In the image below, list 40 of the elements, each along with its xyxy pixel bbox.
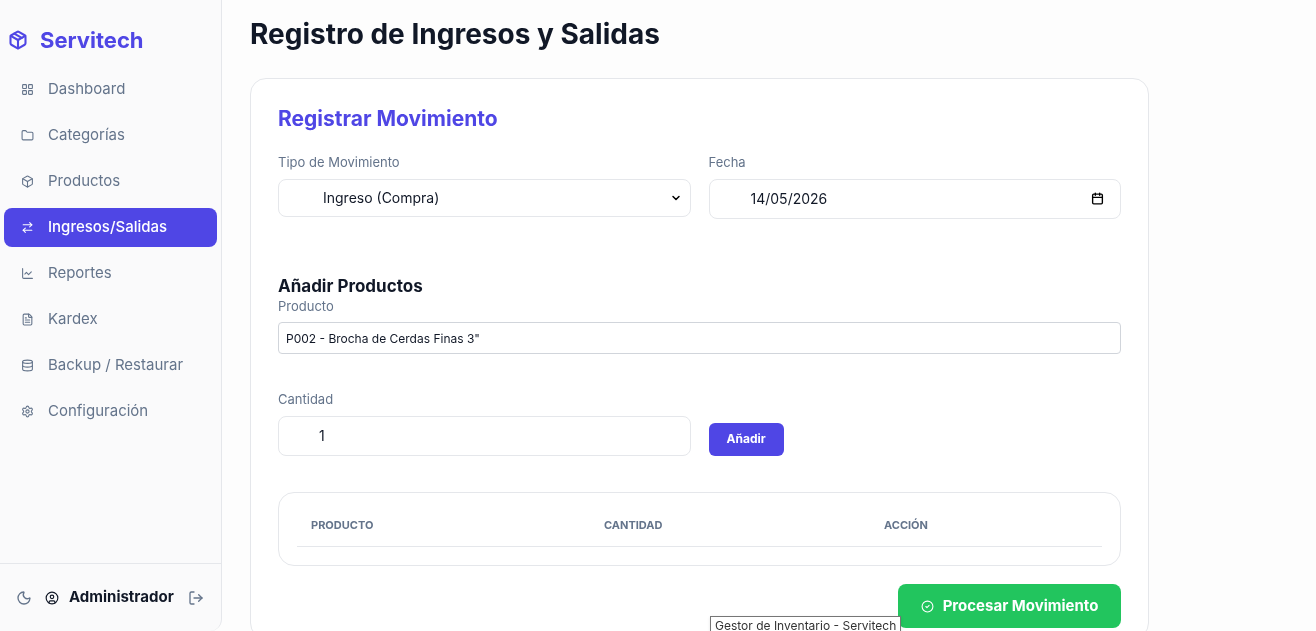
type-select[interactable]: Ingreso (Compra) xyxy=(278,178,691,217)
column-header: ACCIÓN xyxy=(884,516,929,533)
box-icon xyxy=(21,175,34,188)
section-title: Añadir Productos xyxy=(278,274,424,297)
field-label: Cantidad xyxy=(278,390,335,409)
column-header: PRODUCTO xyxy=(311,516,375,533)
field-label: Fecha xyxy=(708,153,747,172)
sidebar-item[interactable]: Categorías xyxy=(4,116,217,155)
sidebar-item[interactable]: Ingresos/Salidas xyxy=(4,208,217,247)
calendar-icon[interactable] xyxy=(1091,192,1104,205)
user-icon xyxy=(45,590,59,605)
check-circle-icon xyxy=(920,599,934,613)
date-field[interactable]: 14/05/2026 xyxy=(708,178,1121,219)
arrows-icon xyxy=(21,221,34,234)
package-icon xyxy=(8,30,28,50)
sidebar-item[interactable]: Configuración xyxy=(4,392,217,431)
settings-icon xyxy=(21,405,34,418)
sidebar-item[interactable]: Dashboard xyxy=(4,70,217,109)
quantity-field[interactable]: 1 xyxy=(278,415,691,456)
folder-icon xyxy=(21,129,34,142)
sidebar-item[interactable]: Backup / Restaurar xyxy=(4,346,217,385)
sidebar-item[interactable]: Reportes xyxy=(4,254,217,293)
page-title: Registro de Ingresos y Salidas xyxy=(250,16,661,52)
form-title: Registrar Movimiento xyxy=(278,105,499,133)
user-name: Administrador xyxy=(69,586,174,609)
sidebar-item[interactable]: Kardex xyxy=(4,300,217,339)
field-label: Producto xyxy=(278,296,335,316)
sidebar-item[interactable]: Productos xyxy=(4,162,217,201)
tooltip: Gestor de Inventario - Servitech xyxy=(710,616,902,631)
product-field[interactable]: P002 - Brocha de Cerdas Finas 3" xyxy=(278,322,1121,354)
add-button[interactable]: Añadir xyxy=(708,422,784,456)
grid-icon xyxy=(21,83,34,96)
database-icon xyxy=(21,359,34,372)
document-icon xyxy=(21,313,34,326)
logout-icon[interactable] xyxy=(187,589,204,606)
line-chart-icon xyxy=(21,267,34,280)
brand-name: Servitech xyxy=(40,25,144,55)
column-header: CANTIDAD xyxy=(604,516,664,533)
moon-icon[interactable] xyxy=(16,589,32,606)
field-label: Tipo de Movimiento xyxy=(278,153,401,172)
